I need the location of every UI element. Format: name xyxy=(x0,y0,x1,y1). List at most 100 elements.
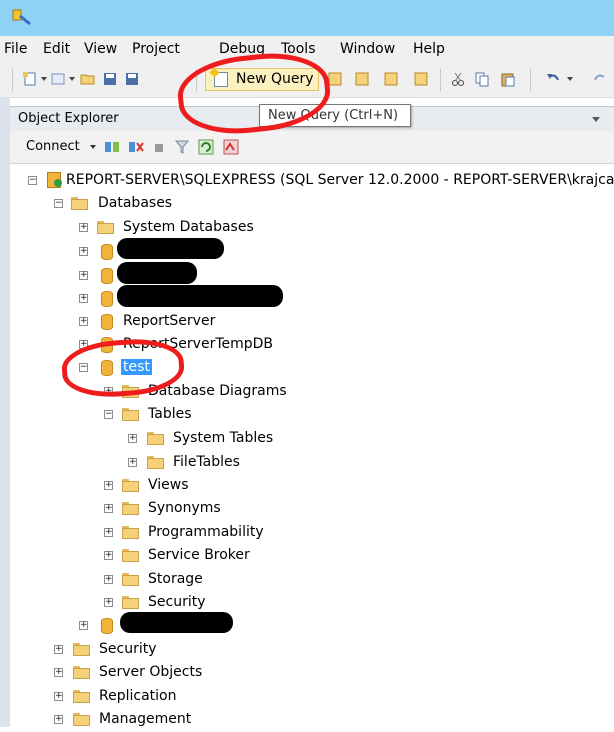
folder-icon xyxy=(122,502,139,515)
folder-icon xyxy=(147,456,164,469)
service-broker-label: Service Broker xyxy=(148,547,250,563)
database-icon xyxy=(101,268,113,284)
expand-icon[interactable]: + xyxy=(104,504,113,513)
folder-icon xyxy=(97,221,114,234)
filter-icon[interactable] xyxy=(174,139,190,155)
databases-label: Databases xyxy=(98,195,173,211)
new-project-dropdown[interactable] xyxy=(41,77,47,81)
tree-node-tables[interactable]: − Tables xyxy=(0,405,300,427)
tree-node-server-objects[interactable]: + Server Objects xyxy=(0,663,300,685)
tree-node-system-databases[interactable]: + System Databases xyxy=(0,218,300,240)
reportserver-label: ReportServer xyxy=(123,313,216,329)
tree-node-views[interactable]: + Views xyxy=(0,476,300,498)
redo-icon[interactable] xyxy=(592,71,608,87)
collapse-icon[interactable]: − xyxy=(28,176,37,185)
server-objects-label: Server Objects xyxy=(99,664,203,680)
menu-help[interactable]: Help xyxy=(413,41,445,57)
expand-icon[interactable]: + xyxy=(104,598,113,607)
expand-icon[interactable]: + xyxy=(54,668,63,677)
activity-monitor-icon[interactable] xyxy=(222,138,240,156)
object-explorer-toolbar: Connect xyxy=(10,131,614,164)
expand-icon[interactable]: + xyxy=(54,692,63,701)
programmability-label: Programmability xyxy=(148,524,264,540)
expand-icon[interactable]: + xyxy=(104,551,113,560)
connect-button[interactable]: Connect xyxy=(26,139,80,154)
new-project-icon[interactable] xyxy=(22,71,38,87)
tree-node-management[interactable]: + Management xyxy=(0,710,300,732)
undo-icon[interactable] xyxy=(545,71,561,87)
query-dax-icon[interactable] xyxy=(413,71,429,87)
folder-icon xyxy=(147,432,164,445)
tree-node-filetables[interactable]: + FileTables xyxy=(0,453,300,475)
query-dmx-icon[interactable] xyxy=(354,71,370,87)
database-icon xyxy=(101,291,113,307)
expand-icon[interactable]: + xyxy=(79,317,88,326)
expand-icon[interactable]: + xyxy=(128,458,137,467)
server-icon xyxy=(47,172,62,188)
add-item-icon[interactable] xyxy=(50,71,66,87)
expand-icon[interactable]: + xyxy=(104,481,113,490)
expand-icon[interactable]: + xyxy=(79,271,88,280)
database-icon xyxy=(101,244,113,260)
refresh-icon[interactable] xyxy=(198,139,214,155)
tree-node-replication[interactable]: + Replication xyxy=(0,687,300,709)
tree-node-reportserver[interactable]: + ReportServer xyxy=(0,312,300,334)
database-icon xyxy=(101,314,113,330)
system-databases-label: System Databases xyxy=(123,219,254,235)
add-item-dropdown[interactable] xyxy=(69,77,75,81)
cut-icon[interactable] xyxy=(450,71,466,87)
menu-window[interactable]: Window xyxy=(340,41,395,57)
expand-icon[interactable]: + xyxy=(104,575,113,584)
open-icon[interactable] xyxy=(80,71,96,87)
panel-menu-dropdown-icon[interactable] xyxy=(592,117,600,122)
expand-icon[interactable]: + xyxy=(54,645,63,654)
management-label: Management xyxy=(99,711,192,727)
save-icon[interactable] xyxy=(102,71,118,87)
tree-node-security[interactable]: + Security xyxy=(0,640,300,662)
save-all-icon[interactable] xyxy=(124,71,140,87)
expand-icon[interactable]: + xyxy=(54,715,63,724)
security-label: Security xyxy=(99,641,157,657)
expand-icon[interactable]: + xyxy=(79,621,88,630)
menu-edit[interactable]: Edit xyxy=(43,41,70,57)
tables-label: Tables xyxy=(148,406,192,422)
expand-icon[interactable]: + xyxy=(104,528,113,537)
menu-file[interactable]: File xyxy=(4,41,27,57)
expand-icon[interactable]: + xyxy=(128,434,137,443)
server-label: REPORT-SERVER\SQLEXPRESS (SQL Server 12.… xyxy=(66,172,614,188)
synonyms-label: Synonyms xyxy=(148,500,221,516)
expand-icon[interactable]: + xyxy=(79,223,88,232)
redacted-database-name xyxy=(117,238,224,259)
collapse-icon[interactable]: − xyxy=(54,199,63,208)
tree-node-databases[interactable]: − Databases xyxy=(0,194,300,216)
copy-icon[interactable] xyxy=(474,71,490,87)
expand-icon[interactable]: + xyxy=(79,294,88,303)
system-tables-label: System Tables xyxy=(173,430,274,446)
tree-node-server[interactable]: − REPORT-SERVER\SQLEXPRESS (SQL Server 1… xyxy=(0,171,614,193)
toolbar-separator xyxy=(440,69,441,91)
tree-node-system-tables[interactable]: + System Tables xyxy=(0,429,300,451)
menu-view[interactable]: View xyxy=(84,41,117,57)
collapse-icon[interactable]: − xyxy=(104,410,113,419)
tree-node-synonyms[interactable]: + Synonyms xyxy=(0,499,300,521)
tree-node-programmability[interactable]: + Programmability xyxy=(0,523,300,545)
paste-icon[interactable] xyxy=(500,71,516,87)
folder-icon xyxy=(122,526,139,539)
expand-icon[interactable]: + xyxy=(79,247,88,256)
query-xmla-icon[interactable] xyxy=(383,71,399,87)
tree-node-service-broker[interactable]: + Service Broker xyxy=(0,546,300,568)
redacted-database-name xyxy=(117,262,197,284)
toolbar-separator xyxy=(530,69,531,91)
database-icon xyxy=(101,618,113,634)
disconnect-icon[interactable] xyxy=(128,139,144,155)
stop-icon[interactable] xyxy=(152,139,166,155)
undo-dropdown[interactable] xyxy=(567,77,573,81)
folder-icon xyxy=(73,690,90,703)
tree-node-storage[interactable]: + Storage xyxy=(0,570,300,592)
connect-icon[interactable] xyxy=(104,139,120,155)
menu-project[interactable]: Project xyxy=(132,41,180,57)
folder-icon xyxy=(73,666,90,679)
connect-dropdown-icon[interactable] xyxy=(90,145,96,149)
folder-icon xyxy=(122,479,139,492)
filetables-label: FileTables xyxy=(173,454,240,470)
